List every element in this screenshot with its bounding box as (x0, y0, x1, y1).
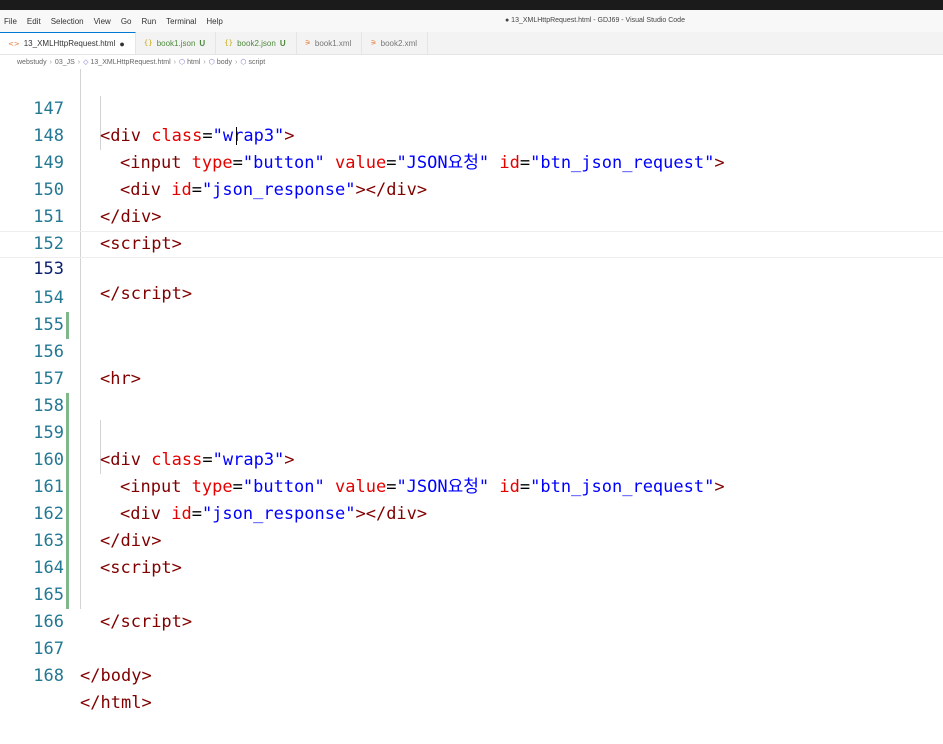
code-line: 158 (0, 366, 943, 416)
breadcrumb: webstudy › 03_JS › ◇ 13_XMLHttpRequest.h… (0, 55, 943, 69)
xml-file-icon: ⚞ (370, 39, 377, 47)
code-line: 164 (0, 528, 943, 578)
code-line: 156 <hr> (0, 312, 943, 389)
code-text: </body> (80, 666, 152, 686)
code-line: 154 (0, 258, 943, 308)
menu-file[interactable]: File (0, 17, 22, 26)
code-line: 155 (0, 285, 943, 335)
untracked-badge: U (279, 38, 286, 48)
chevron-right-icon: › (203, 58, 206, 66)
chevron-right-icon: › (235, 58, 238, 66)
breadcrumb-item[interactable]: 13_XMLHttpRequest.html (91, 59, 171, 66)
breadcrumb-item[interactable]: script (249, 59, 266, 66)
code-line: 148 <input type="button" value="JSON요청" … (0, 96, 943, 173)
code-editor[interactable]: 147 <div class="wrap3"> 148 <input type=… (0, 69, 943, 713)
unsaved-dot-icon[interactable]: ● (119, 39, 124, 49)
window-title: ● 13_XMLHttpRequest.html - GDJ69 - Visua… (505, 17, 685, 24)
tab-book1-json[interactable]: {} book1.json U (136, 32, 217, 54)
chevron-right-icon: › (77, 58, 81, 66)
menu-selection[interactable]: Selection (46, 17, 89, 26)
element-icon: ⬡ (179, 58, 186, 66)
breadcrumb-item[interactable]: html (187, 59, 200, 66)
json-file-icon: {} (143, 39, 153, 47)
code-line: 151 <script> (0, 177, 943, 254)
text-cursor-icon (236, 127, 237, 145)
code-line: 163 <script> (0, 501, 943, 578)
code-line: 147 <div class="wrap3"> (0, 69, 943, 146)
json-file-icon: {} (224, 39, 234, 47)
tab-13-xmlhttprequest-html[interactable]: <> 13_XMLHttpRequest.html ● (0, 32, 136, 54)
menu-edit[interactable]: Edit (22, 17, 46, 26)
tab-book2-json[interactable]: {} book2.json U (216, 32, 297, 54)
element-icon: ⬡ (208, 58, 215, 66)
tab-label: book1.json (156, 38, 196, 48)
code-line: 160 <input type="button" value="JSON요청" … (0, 420, 943, 497)
menu-view[interactable]: View (89, 17, 116, 26)
code-line: 157 (0, 339, 943, 389)
breadcrumb-item[interactable]: webstudy (17, 59, 47, 66)
tab-book2-xml[interactable]: ⚞ book2.xml (362, 32, 429, 54)
chevron-right-icon: › (173, 58, 177, 66)
menu-go[interactable]: Go (116, 17, 137, 26)
code-line: 165 </script> (0, 555, 943, 632)
xml-file-icon: ⚞ (304, 39, 311, 47)
element-icon: ⬡ (240, 58, 247, 66)
code-line: 166 (0, 582, 943, 632)
tab-label: 13_XMLHttpRequest.html (23, 39, 116, 48)
code-line: 149 <div id="json_response"></div> (0, 123, 943, 200)
code-line: 152 (0, 204, 943, 254)
tab-label: book2.json (237, 38, 276, 48)
menu-help[interactable]: Help (201, 17, 227, 26)
untracked-badge: U (199, 38, 206, 48)
tab-book1-xml[interactable]: ⚞ book1.xml (297, 32, 363, 54)
code-line: 162 </div> (0, 474, 943, 551)
code-line: 168 </html> (0, 636, 943, 713)
code-line: 167 </body> (0, 609, 943, 686)
tab-label: book1.xml (314, 38, 352, 48)
code-line-current: 153 </script> (0, 231, 943, 304)
code-text: </html> (80, 693, 152, 713)
code-line: 150 </div> (0, 150, 943, 227)
menu-bar: File Edit Selection View Go Run Terminal… (0, 10, 943, 32)
html-file-icon: ◇ (83, 58, 89, 66)
breadcrumb-item[interactable]: 03_JS (55, 59, 75, 66)
menu-terminal[interactable]: Terminal (161, 17, 201, 26)
breadcrumb-item[interactable]: body (217, 59, 232, 66)
html-file-icon: <> (8, 39, 20, 48)
menu-run[interactable]: Run (136, 17, 161, 26)
tab-label: book2.xml (380, 38, 418, 48)
code-line: 159 <div class="wrap3"> (0, 393, 943, 470)
code-line: 161 <div id="json_response"></div> (0, 447, 943, 524)
line-number: 168 (33, 666, 64, 686)
title-bar (0, 0, 943, 10)
chevron-right-icon: › (49, 58, 52, 66)
editor-tabs: <> 13_XMLHttpRequest.html ● {} book1.jso… (0, 32, 943, 55)
